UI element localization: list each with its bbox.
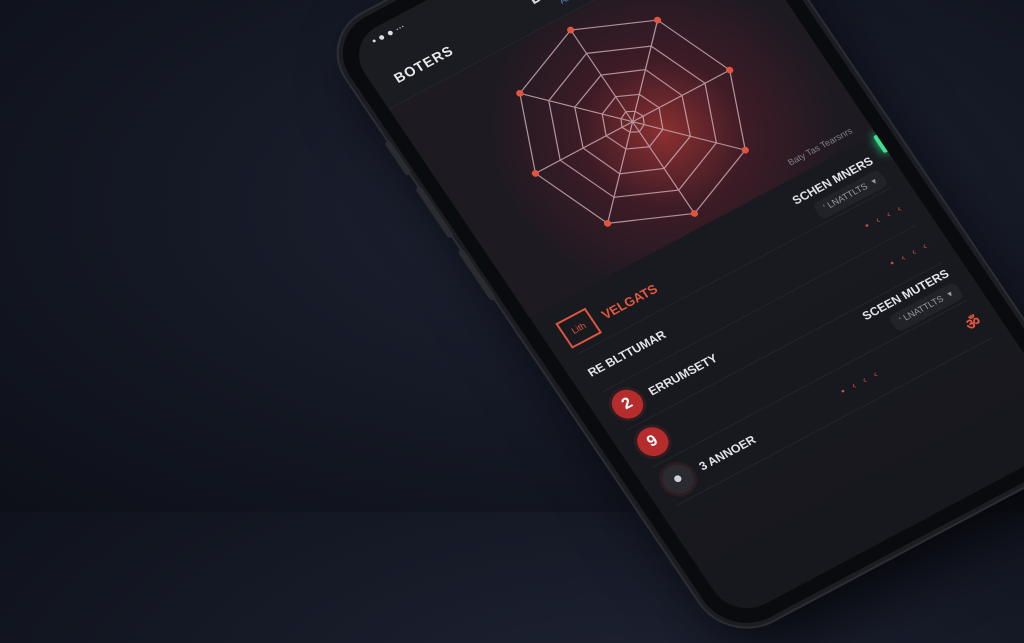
section-box-icon[interactable]: Lith bbox=[555, 307, 603, 349]
item-dots: • ‹ ‹ ‹ bbox=[862, 201, 907, 232]
chevron-icon: ▾ bbox=[868, 175, 879, 187]
spider-icon[interactable]: ॐ bbox=[960, 310, 985, 335]
item-dots: • ‹ ‹ ‹ bbox=[887, 239, 932, 269]
chevron-icon: ▾ bbox=[944, 288, 955, 299]
number-badge: 2 bbox=[605, 384, 650, 424]
phone-screen: • ● ● ∙∙∙ ■ ▮ BOTERS DCHAURE AHMAS bbox=[344, 0, 1024, 621]
item-dots: • ‹ ‹ ‹ bbox=[838, 367, 883, 397]
phone-device: • ● ● ∙∙∙ ■ ▮ BOTERS DCHAURE AHMAS bbox=[324, 0, 1024, 639]
volume-up-button[interactable] bbox=[384, 140, 412, 177]
avatar: ● bbox=[656, 459, 700, 499]
item-label: 3 ANNOER bbox=[696, 432, 759, 474]
number-badge[interactable]: 9 bbox=[631, 422, 675, 462]
